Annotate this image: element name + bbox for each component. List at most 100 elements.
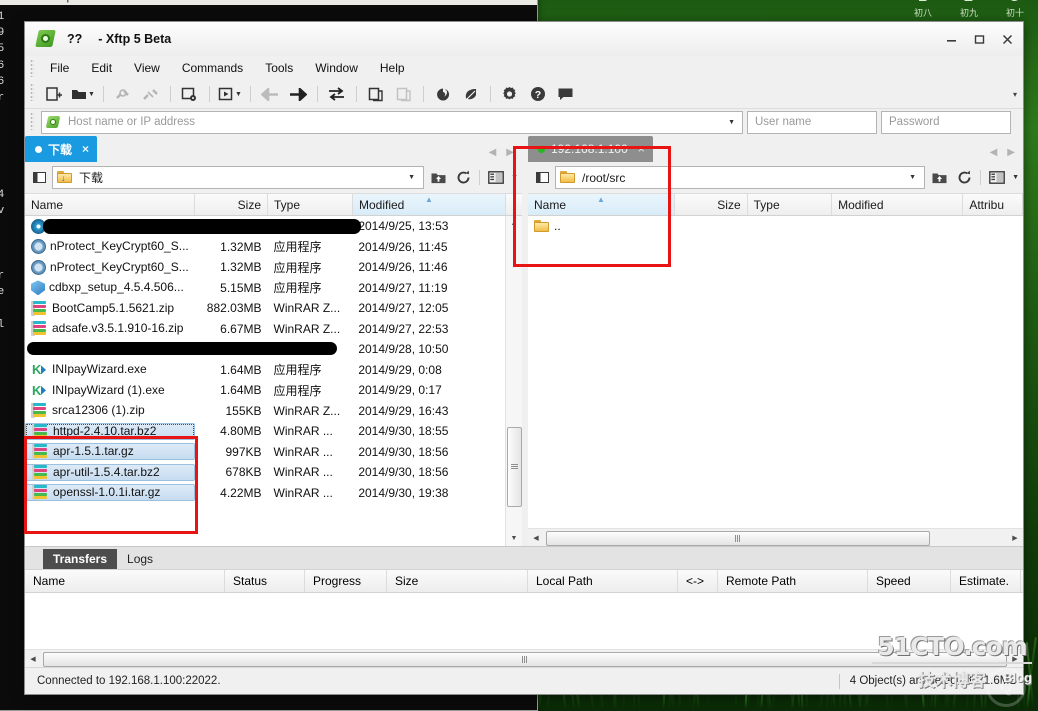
username-field[interactable] <box>747 111 877 134</box>
local-view-mode-icon[interactable] <box>485 167 507 188</box>
remote-column-header-type[interactable]: Type <box>748 194 833 215</box>
local-tab-nav[interactable]: ◀ ▶ <box>489 147 522 162</box>
host-input[interactable] <box>66 115 725 129</box>
transfers-column-header-status[interactable]: Status <box>225 570 305 592</box>
local-view-mode-caret[interactable]: ▼ <box>511 174 518 181</box>
transfers-column-header-name[interactable]: Name <box>25 570 225 592</box>
table-row[interactable]: apr-util-1.5.4.tar.bz2 678KB WinRAR ... 201… <box>25 462 505 483</box>
remote-tab-close-icon[interactable]: × <box>638 142 645 156</box>
new-session-icon[interactable] <box>41 83 67 105</box>
host-dropdown-caret[interactable]: ▼ <box>725 119 738 126</box>
transfers-hscroll-right-arrow[interactable]: ▶ <box>1007 655 1023 663</box>
remote-path-combobox[interactable]: /root/src ▼ <box>555 166 925 189</box>
table-row[interactable]: cdbxp_setup_4.5.4.506... 5.15MB 应用程序 2014/9… <box>25 278 505 299</box>
local-scroll-track[interactable] <box>506 231 522 531</box>
tab-transfers[interactable]: Transfers <box>43 549 117 569</box>
paste-icon[interactable] <box>391 83 417 105</box>
local-tree-toggle-icon[interactable] <box>29 168 49 187</box>
gear-icon[interactable] <box>497 83 523 105</box>
window-controls[interactable] <box>937 26 1021 52</box>
remote-list-header[interactable]: ▲ Name Size Type Modified Attribu <box>528 194 1023 216</box>
remote-column-header-name[interactable]: ▲ Name <box>528 194 675 215</box>
remote-tree-toggle-icon[interactable] <box>532 168 552 187</box>
remote-horizontal-scrollbar[interactable]: ◀ ▶ <box>528 528 1023 546</box>
session-properties-icon[interactable] <box>177 83 203 105</box>
local-vertical-scrollbar[interactable]: ▲ ▼ <box>505 216 522 546</box>
remote-up-folder-icon[interactable] <box>928 167 950 188</box>
table-row[interactable]: BootCamp5.1.5621.zip 882.03MB WinRAR Z... 2… <box>25 298 505 319</box>
close-button[interactable] <box>993 26 1021 52</box>
table-row[interactable]: httpd-2.4.10.tar.bz2 4.80MB WinRAR ... 2014… <box>25 421 505 442</box>
maximize-button[interactable] <box>965 26 993 52</box>
local-tab-strip[interactable]: 下载 × ◀ ▶ <box>25 135 522 162</box>
menu-bar[interactable]: File Edit View Commands Tools Window Hel… <box>25 56 1023 80</box>
transfers-column-header-local-path[interactable]: Local Path <box>528 570 678 592</box>
local-column-header-size[interactable]: Size <box>195 194 268 215</box>
local-tab-close-icon[interactable]: × <box>82 142 89 156</box>
local-list-body[interactable]: 2014/9/25, 13:53 nProtect_KeyCrypt60_S...… <box>25 216 522 546</box>
local-refresh-icon[interactable] <box>452 167 474 188</box>
remote-tab-nav[interactable]: ◀ ▶ <box>990 147 1023 162</box>
transfers-column-header-progress[interactable]: Progress <box>305 570 387 592</box>
help-icon[interactable]: ? <box>525 83 551 105</box>
local-tab-downloads[interactable]: 下载 × <box>25 136 97 162</box>
remote-path-dropdown-caret[interactable]: ▼ <box>905 174 920 181</box>
table-row[interactable]: adsafe.v3.5.1.910-16.zip 6.67MB WinRAR Z..… <box>25 319 505 340</box>
menu-item-help[interactable]: Help <box>371 58 414 78</box>
local-path-combobox[interactable]: ↓ 下载 ▼ <box>52 166 424 189</box>
menubar-grip[interactable] <box>30 59 34 77</box>
run-icon[interactable]: ▼ <box>216 83 244 105</box>
remote-tab-host[interactable]: 192.168.1.100 × <box>528 136 653 162</box>
table-row[interactable]: INIpayWizard (1).exe 1.64MB 应用程序 2014/9/29,… <box>25 380 505 401</box>
transfers-horizontal-scrollbar[interactable]: ◀ ▶ <box>25 649 1023 667</box>
transfers-column-header-speed[interactable]: Speed <box>868 570 951 592</box>
menu-item-commands[interactable]: Commands <box>173 58 252 78</box>
bg-menu-item-help[interactable]: Help <box>50 0 73 3</box>
remote-hscroll-left-arrow[interactable]: ◀ <box>528 534 544 542</box>
menu-item-window[interactable]: Window <box>306 58 367 78</box>
toolbar-overflow-caret[interactable]: ▾ <box>1013 90 1017 99</box>
local-tab-prev-icon[interactable]: ◀ <box>489 147 497 158</box>
addressbar-grip[interactable] <box>30 112 34 130</box>
remote-path-bar[interactable]: /root/src ▼ ▼ <box>528 162 1023 194</box>
remote-tab-prev-icon[interactable]: ◀ <box>990 147 998 158</box>
local-scroll-up-arrow[interactable]: ▲ <box>506 216 522 231</box>
transfers-column-header-estimate[interactable]: Estimate. <box>951 570 1021 592</box>
local-list-header[interactable]: Name Size Type ▲ Modified <box>25 194 522 216</box>
minimize-button[interactable] <box>937 26 965 52</box>
tab-logs[interactable]: Logs <box>117 549 163 569</box>
main-toolbar[interactable]: ▼ ▼ ? ▾ <box>25 80 1023 109</box>
menu-item-file[interactable]: File <box>41 58 78 78</box>
password-field[interactable] <box>881 111 1011 134</box>
table-row[interactable]: openssl-1.0.1i.tar.gz 4.22MB WinRAR ... 201… <box>25 483 505 504</box>
table-row[interactable]: 2014/9/28, 10:50 <box>25 339 505 360</box>
remote-view-mode-caret[interactable]: ▼ <box>1012 174 1019 181</box>
transfers-tab-strip[interactable]: Transfers Logs <box>25 547 1023 569</box>
toolbar-grip[interactable] <box>30 83 34 101</box>
bg-menu-item-window[interactable]: Window <box>0 0 36 3</box>
edit-icon[interactable] <box>458 83 484 105</box>
local-column-header-modified[interactable]: ▲ Modified <box>353 194 506 215</box>
local-tab-next-icon[interactable]: ▶ <box>506 147 514 158</box>
local-up-folder-icon[interactable] <box>427 167 449 188</box>
local-column-header-name[interactable]: Name <box>25 194 195 215</box>
transfers-column-header-[interactable]: <-> <box>678 570 718 592</box>
menu-item-edit[interactable]: Edit <box>82 58 121 78</box>
open-folder-dropdown-caret[interactable]: ▼ <box>88 91 95 98</box>
remote-hscroll-right-arrow[interactable]: ▶ <box>1007 534 1023 542</box>
synchronize-icon[interactable] <box>324 83 350 105</box>
local-path-dropdown-caret[interactable]: ▼ <box>404 174 419 181</box>
transfers-column-header[interactable]: Name Status Progress Size Local Path <-> Remot… <box>25 569 1023 593</box>
title-bar[interactable]: ?? - Xftp 5 Beta <box>25 22 1023 56</box>
table-row[interactable]: apr-1.5.1.tar.gz 997KB WinRAR ... 2014/9/30… <box>25 442 505 463</box>
local-column-header-type[interactable]: Type <box>268 194 353 215</box>
table-row[interactable]: 2014/9/25, 13:53 <box>25 216 505 237</box>
menu-item-view[interactable]: View <box>125 58 169 78</box>
password-input[interactable] <box>887 115 1005 129</box>
run-dropdown-caret[interactable]: ▼ <box>235 91 242 98</box>
local-scroll-down-arrow[interactable]: ▼ <box>506 531 522 546</box>
disconnect-icon[interactable] <box>138 83 164 105</box>
remote-tab-strip[interactable]: 192.168.1.100 × ◀ ▶ <box>528 135 1023 162</box>
remote-list-body[interactable]: .. <box>528 216 1023 528</box>
remote-view-mode-icon[interactable] <box>986 167 1008 188</box>
